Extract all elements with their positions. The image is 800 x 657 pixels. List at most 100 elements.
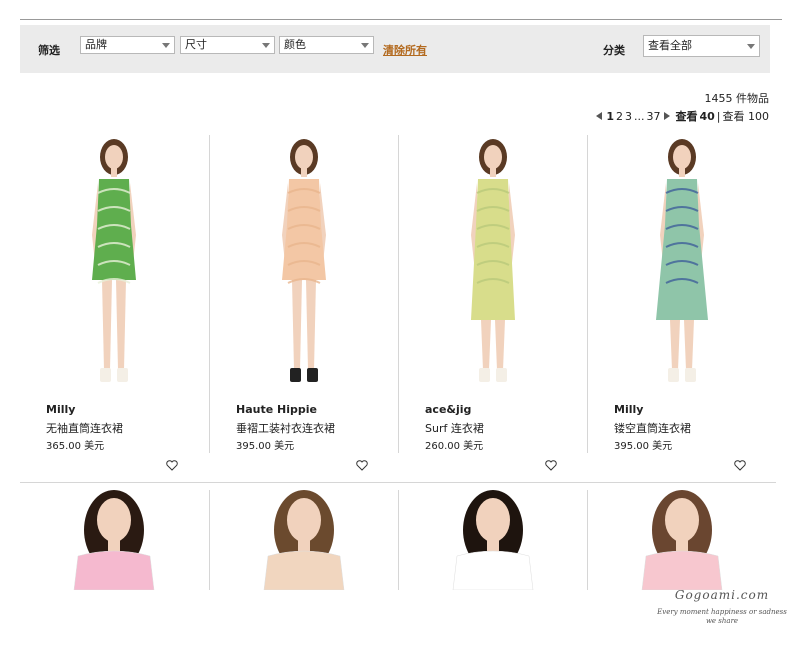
product-brand[interactable]: Milly <box>614 403 643 416</box>
size-select-value: 尺寸 <box>185 38 207 51</box>
model-shoe <box>117 368 128 382</box>
view-100-link[interactable]: 查看 100 <box>723 108 770 124</box>
chevron-down-icon <box>361 43 369 48</box>
product-price: 395.00 美元 <box>614 441 673 452</box>
product-price: 365.00 美元 <box>46 441 105 452</box>
product-card[interactable] <box>398 490 588 591</box>
product-image[interactable] <box>399 490 588 591</box>
model-top <box>73 550 155 591</box>
clear-all-link[interactable]: 清除所有 <box>383 42 427 58</box>
top-divider <box>20 19 782 20</box>
model-shoe <box>479 368 490 382</box>
model-shoe <box>307 368 318 382</box>
product-price: 260.00 美元 <box>425 441 484 452</box>
product-name[interactable]: 镂空直筒连衣裙 <box>614 420 691 436</box>
product-image[interactable] <box>588 490 777 591</box>
model-face <box>484 145 502 169</box>
model-leg <box>481 320 491 370</box>
page-1[interactable]: 1 <box>606 110 614 123</box>
product-card[interactable]: Haute Hippie 垂褶工装衬衣连衣裙 395.00 美元 <box>209 135 399 471</box>
product-name[interactable]: 垂褶工装衬衣连衣裙 <box>236 420 335 436</box>
prev-page-icon[interactable] <box>596 112 603 120</box>
heart-icon[interactable] <box>734 460 746 471</box>
model-neck <box>111 167 117 177</box>
model-leg <box>116 280 126 370</box>
page-2[interactable]: 2 <box>616 110 623 123</box>
model-face <box>287 498 321 542</box>
model-face <box>105 145 123 169</box>
product-image[interactable] <box>20 135 209 395</box>
product-card[interactable] <box>20 490 209 591</box>
brand-select[interactable]: 品牌 <box>80 36 175 54</box>
filter-label: 筛选 <box>38 44 60 57</box>
product-brand[interactable]: Haute Hippie <box>236 403 317 416</box>
pagination: 1 2 3 ... 37 查看 40 | 查看 100 <box>596 108 769 124</box>
product-card[interactable] <box>587 490 777 591</box>
model-neck <box>298 538 310 552</box>
heart-icon[interactable] <box>166 460 178 471</box>
view-40-link[interactable]: 40 <box>699 110 714 123</box>
product-image[interactable] <box>210 135 399 395</box>
product-row <box>20 490 777 591</box>
model-face <box>97 498 131 542</box>
model-shoe <box>100 368 111 382</box>
product-brand[interactable]: ace&jig <box>425 403 471 416</box>
model-shoe <box>685 368 696 382</box>
color-select-value: 颜色 <box>284 38 306 51</box>
product-card[interactable]: ace&jig Surf 连衣裙 260.00 美元 <box>398 135 588 471</box>
product-name[interactable]: Surf 连衣裙 <box>425 420 484 436</box>
watermark-tagline: Every moment happiness or sadness <box>657 608 787 616</box>
product-image[interactable] <box>588 135 777 395</box>
model-neck <box>487 538 499 552</box>
watermark-title: Gogoami.com <box>674 588 770 602</box>
model-neck <box>301 167 307 177</box>
chevron-down-icon <box>162 43 170 48</box>
color-select[interactable]: 颜色 <box>279 36 374 54</box>
filter-bar: 筛选 品牌 尺寸 颜色 清除所有 分类 查看全部 <box>20 25 770 73</box>
model-leg <box>684 320 694 370</box>
model-leg <box>292 280 302 370</box>
product-image[interactable] <box>20 490 209 591</box>
chevron-down-icon <box>747 44 755 49</box>
model-leg <box>670 320 680 370</box>
model-dress <box>656 179 708 320</box>
model-neck <box>679 167 685 177</box>
product-card[interactable]: Milly 无袖直筒连衣裙 365.00 美元 <box>20 135 209 471</box>
result-count: 1455 件物品 <box>704 92 770 105</box>
product-row: Milly 无袖直筒连衣裙 365.00 美元 Haute Hippie 垂褶工… <box>20 135 777 471</box>
brand-select-value: 品牌 <box>85 38 107 51</box>
watermark: Gogoami.com Every moment happiness or sa… <box>652 588 792 625</box>
product-brand[interactable]: Milly <box>46 403 75 416</box>
heart-icon[interactable] <box>545 460 557 471</box>
model-top <box>641 550 723 591</box>
model-top <box>452 550 534 591</box>
heart-icon[interactable] <box>356 460 368 471</box>
chevron-down-icon <box>262 43 270 48</box>
product-card[interactable]: Milly 镂空直筒连衣裙 395.00 美元 <box>587 135 777 471</box>
next-page-icon[interactable] <box>664 112 671 120</box>
model-leg <box>495 320 505 370</box>
page-3[interactable]: 3 <box>625 110 632 123</box>
product-card[interactable] <box>209 490 399 591</box>
page-ellipsis: ... <box>633 109 645 123</box>
model-face <box>673 145 691 169</box>
model-neck <box>490 167 496 177</box>
sort-select-value: 查看全部 <box>648 39 692 52</box>
model-neck <box>108 538 120 552</box>
model-top <box>263 550 345 591</box>
product-image[interactable] <box>210 490 399 591</box>
watermark-tagline-2: we share <box>705 617 739 625</box>
model-face <box>476 498 510 542</box>
sort-select[interactable]: 查看全部 <box>643 35 760 57</box>
product-name[interactable]: 无袖直筒连衣裙 <box>46 420 123 436</box>
row-divider <box>20 482 776 483</box>
view-separator: | <box>716 109 721 123</box>
view-prefix: 查看 <box>675 110 698 123</box>
size-select[interactable]: 尺寸 <box>180 36 275 54</box>
page-37[interactable]: 37 <box>646 110 660 123</box>
sort-label: 分类 <box>603 44 625 57</box>
model-shoe <box>668 368 679 382</box>
product-image[interactable] <box>399 135 588 395</box>
model-neck <box>676 538 688 552</box>
model-dress <box>471 179 515 320</box>
